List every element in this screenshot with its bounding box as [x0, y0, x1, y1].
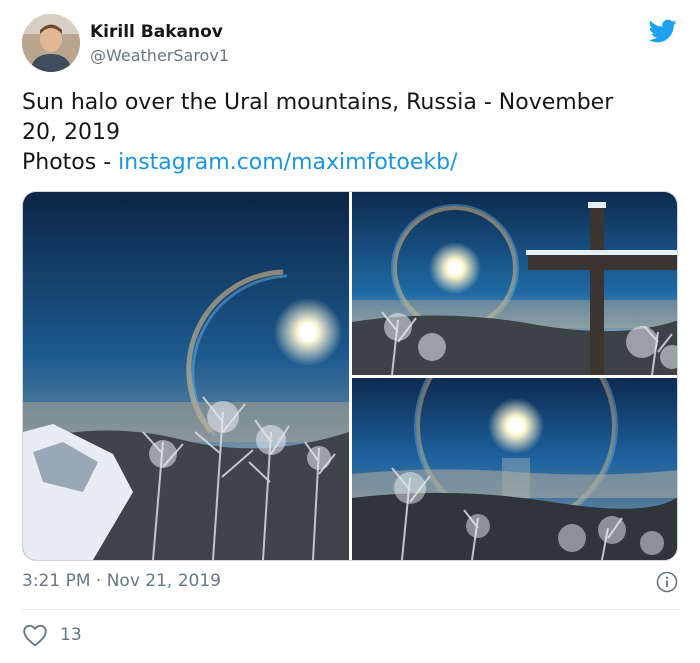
tweet-timestamp[interactable]: 3:21 PM · Nov 21, 2019	[22, 571, 221, 591]
media-grid	[22, 191, 678, 561]
photo-halo-birches[interactable]	[23, 192, 349, 560]
tweet-text: Sun halo over the Ural mountains, Russia…	[22, 88, 682, 178]
heart-icon[interactable]	[22, 623, 48, 647]
photo-halo-cross[interactable]	[352, 192, 677, 375]
like-action[interactable]: 13	[22, 622, 82, 648]
avatar[interactable]	[22, 14, 80, 72]
divider	[22, 609, 678, 610]
photo-halo-valley[interactable]	[352, 378, 677, 560]
author-name[interactable]: Kirill Bakanov	[90, 22, 223, 42]
photos-prefix: Photos -	[22, 150, 119, 175]
twitter-bird-icon[interactable]	[648, 17, 678, 45]
tweet-card: Kirill Bakanov @WeatherSarov1 Sun halo o…	[0, 0, 700, 663]
author-handle[interactable]: @WeatherSarov1	[90, 46, 229, 65]
info-icon[interactable]	[656, 571, 678, 593]
photos-credit: Photos - instagram.com/maximfotoekb/	[22, 148, 682, 178]
instagram-link[interactable]: instagram.com/maximfotoekb/	[118, 150, 457, 175]
tweet-text-line: 20, 2019	[22, 120, 120, 145]
tweet-text-line: Sun halo over the Ural mountains, Russia…	[22, 90, 614, 115]
like-count: 13	[60, 625, 82, 645]
